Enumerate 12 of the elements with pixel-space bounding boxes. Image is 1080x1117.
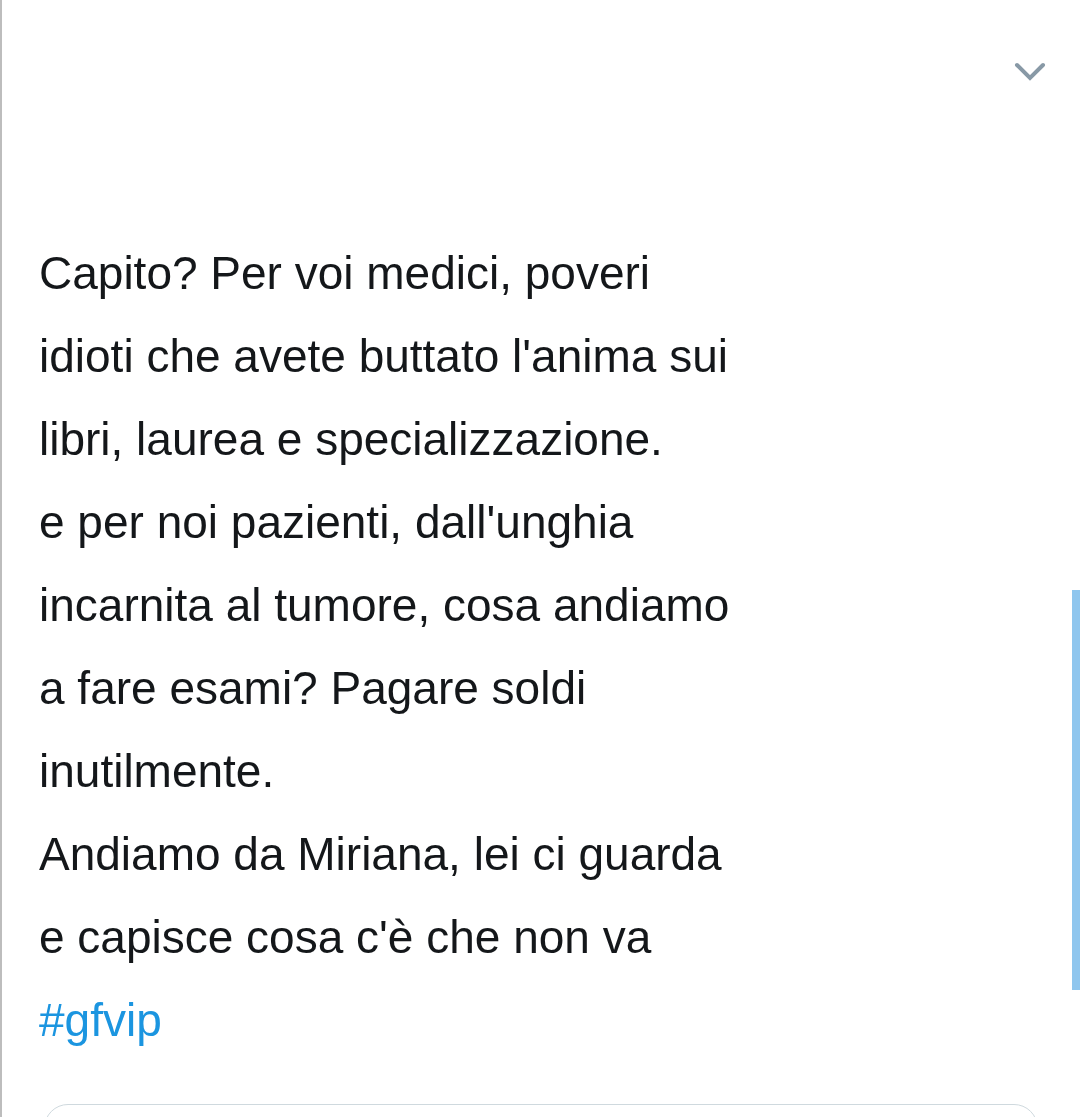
tweet-text-line: e per noi pazienti, dall'unghia	[39, 495, 634, 550]
tweet-text-line: inutilmente.	[39, 744, 275, 799]
tweet-text-line: a fare esami? Pagare soldi	[39, 661, 587, 716]
tweet-text-line: Andiamo da Miriana, lei ci guarda	[39, 827, 722, 882]
tweet-text-line: e capisce cosa c'è che non va	[39, 910, 652, 965]
tweet-text-line: incarnita al tumore, cosa andiamo	[39, 578, 730, 633]
tweet-text-line: libri, laurea e specializzazione.	[39, 412, 663, 467]
tweet-text-line: idioti che avete buttato l'anima sui	[39, 329, 728, 384]
scrollbar-thumb[interactable]	[1072, 590, 1080, 990]
tweet-text-line: Capito? Per voi medici, poveri	[39, 246, 651, 301]
hashtag-link[interactable]: #gfvip	[39, 979, 162, 1062]
chevron-down-icon[interactable]	[1014, 62, 1046, 82]
